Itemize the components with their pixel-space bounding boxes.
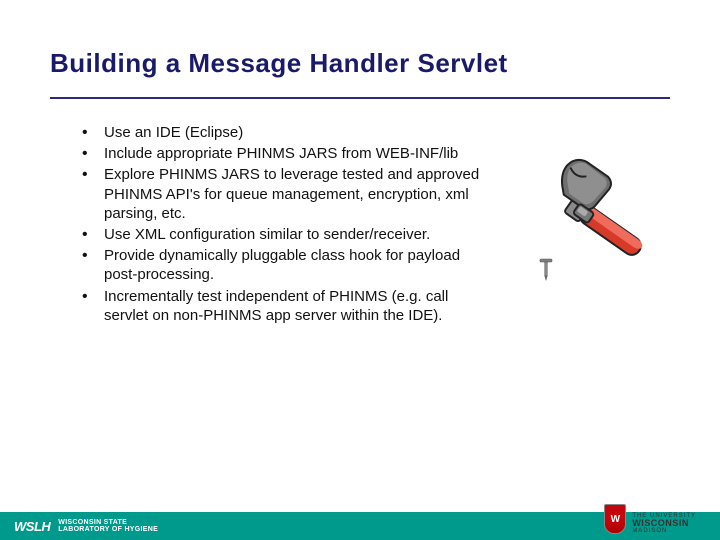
footer-left-brand: WSLH WISCONSIN STATE LABORATORY OF HYGIE…	[14, 519, 158, 534]
uw-crest-icon: W	[604, 504, 626, 534]
list-item: Include appropriate PHINMS JARS from WEB…	[80, 144, 480, 163]
list-item: Incrementally test independent of PHINMS…	[80, 287, 480, 325]
slide-content: Use an IDE (Eclipse) Include appropriate…	[0, 99, 720, 327]
wslh-logo-mark: WSLH	[14, 519, 50, 534]
uw-wordmark: THE UNIVERSITY WISCONSIN MADISON	[632, 513, 696, 534]
list-item: Use an IDE (Eclipse)	[80, 123, 480, 142]
uw-line3: MADISON	[632, 528, 696, 534]
wslh-logo-text: WISCONSIN STATE LABORATORY OF HYGIENE	[58, 519, 158, 533]
wslh-line2: LABORATORY OF HYGIENE	[58, 526, 158, 533]
uw-crest-letter: W	[611, 514, 620, 525]
list-item: Use XML configuration similar to sender/…	[80, 225, 480, 244]
list-item: Explore PHINMS JARS to leverage tested a…	[80, 165, 480, 223]
bullet-list: Use an IDE (Eclipse) Include appropriate…	[80, 123, 480, 327]
slide-header: Building a Message Handler Servlet	[0, 0, 720, 89]
list-item: Provide dynamically pluggable class hook…	[80, 246, 480, 284]
slide-title: Building a Message Handler Servlet	[50, 48, 680, 79]
wslh-line1: WISCONSIN STATE	[58, 519, 158, 526]
hammer-icon	[480, 123, 700, 327]
uw-line2: WISCONSIN	[632, 519, 696, 528]
footer-right-brand: W THE UNIVERSITY WISCONSIN MADISON	[604, 504, 696, 534]
